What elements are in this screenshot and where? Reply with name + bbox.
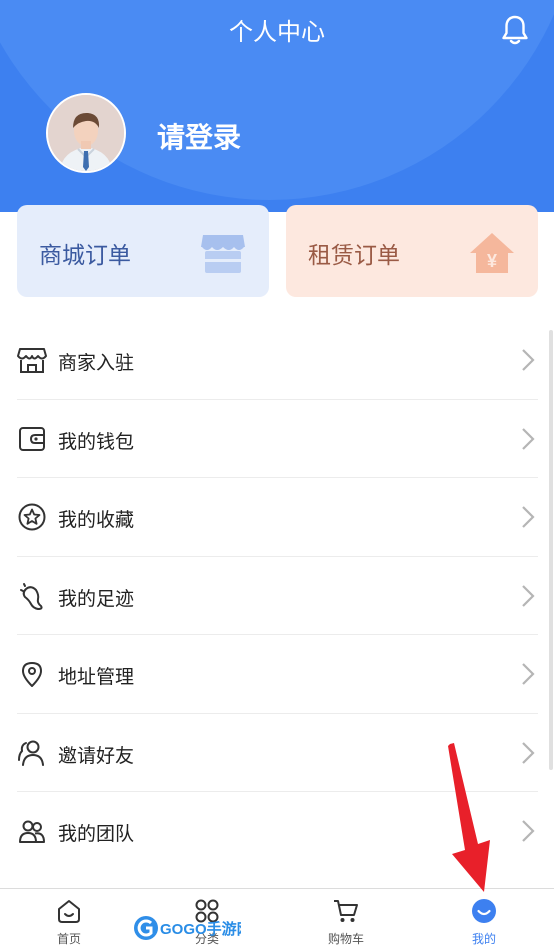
login-prompt[interactable]: 请登录 — [157, 116, 241, 156]
menu-label: 商家入驻 — [58, 352, 135, 374]
tab-label: 首页 — [56, 932, 81, 946]
rental-orders-label: 租赁订单 — [308, 243, 400, 269]
avatar-person-icon — [48, 95, 124, 171]
chevron-right-icon — [522, 584, 535, 607]
menu-item-footprints[interactable]: 我的足迹 — [17, 557, 538, 635]
team-icon — [19, 820, 45, 843]
invite-friends-icon — [18, 740, 44, 766]
avatar[interactable] — [46, 93, 126, 173]
menu-label: 我的收藏 — [58, 509, 135, 531]
footprint-icon — [20, 582, 43, 610]
wallet-icon — [19, 426, 45, 451]
menu-item-address[interactable]: 地址管理 — [17, 635, 538, 714]
watermark-text: GOGO手游网 — [160, 920, 241, 938]
store-icon — [201, 235, 245, 273]
menu-label: 地址管理 — [58, 666, 135, 688]
profile-smile-icon — [472, 899, 496, 923]
mall-orders-label: 商城订单 — [39, 243, 131, 269]
chevron-right-icon — [522, 427, 535, 450]
chevron-right-icon — [522, 663, 535, 685]
star-icon — [18, 503, 46, 531]
scrollbar[interactable] — [549, 330, 553, 770]
house-yen-icon: ¥ — [470, 233, 514, 273]
chevron-right-icon — [522, 820, 535, 842]
mall-orders-card[interactable]: 商城订单 — [17, 205, 269, 297]
tab-cart[interactable]: 购物车 — [286, 889, 406, 952]
page-title: 个人中心 — [229, 18, 325, 46]
cart-icon — [334, 900, 358, 922]
tab-label: 购物车 — [327, 932, 364, 946]
menu-label: 邀请好友 — [58, 744, 135, 767]
tab-home[interactable]: 首页 — [9, 889, 129, 952]
location-pin-icon — [22, 662, 42, 687]
menu-item-favorites[interactable]: 我的收藏 — [17, 478, 538, 557]
watermark-logo: GOGO手游网 — [134, 916, 241, 940]
menu-label: 我的钱包 — [58, 430, 135, 453]
chevron-right-icon — [522, 349, 535, 371]
chevron-right-icon — [522, 741, 535, 764]
chevron-right-icon — [522, 506, 535, 528]
tab-label: 我的 — [471, 932, 496, 946]
home-face-icon — [58, 900, 80, 923]
bell-icon[interactable] — [500, 14, 530, 46]
menu-label: 我的团队 — [58, 823, 135, 845]
profile-header: 个人中心 请登录 — [0, 0, 554, 212]
menu-item-wallet[interactable]: 我的钱包 — [17, 400, 538, 478]
shop-icon — [17, 348, 47, 373]
rental-orders-card[interactable]: 租赁订单 ¥ — [286, 205, 538, 297]
red-arrow-annotation — [448, 743, 490, 892]
menu-label: 我的足迹 — [58, 587, 135, 610]
svg-text:¥: ¥ — [487, 251, 497, 271]
menu-item-merchant-join[interactable]: 商家入驻 — [17, 321, 538, 400]
